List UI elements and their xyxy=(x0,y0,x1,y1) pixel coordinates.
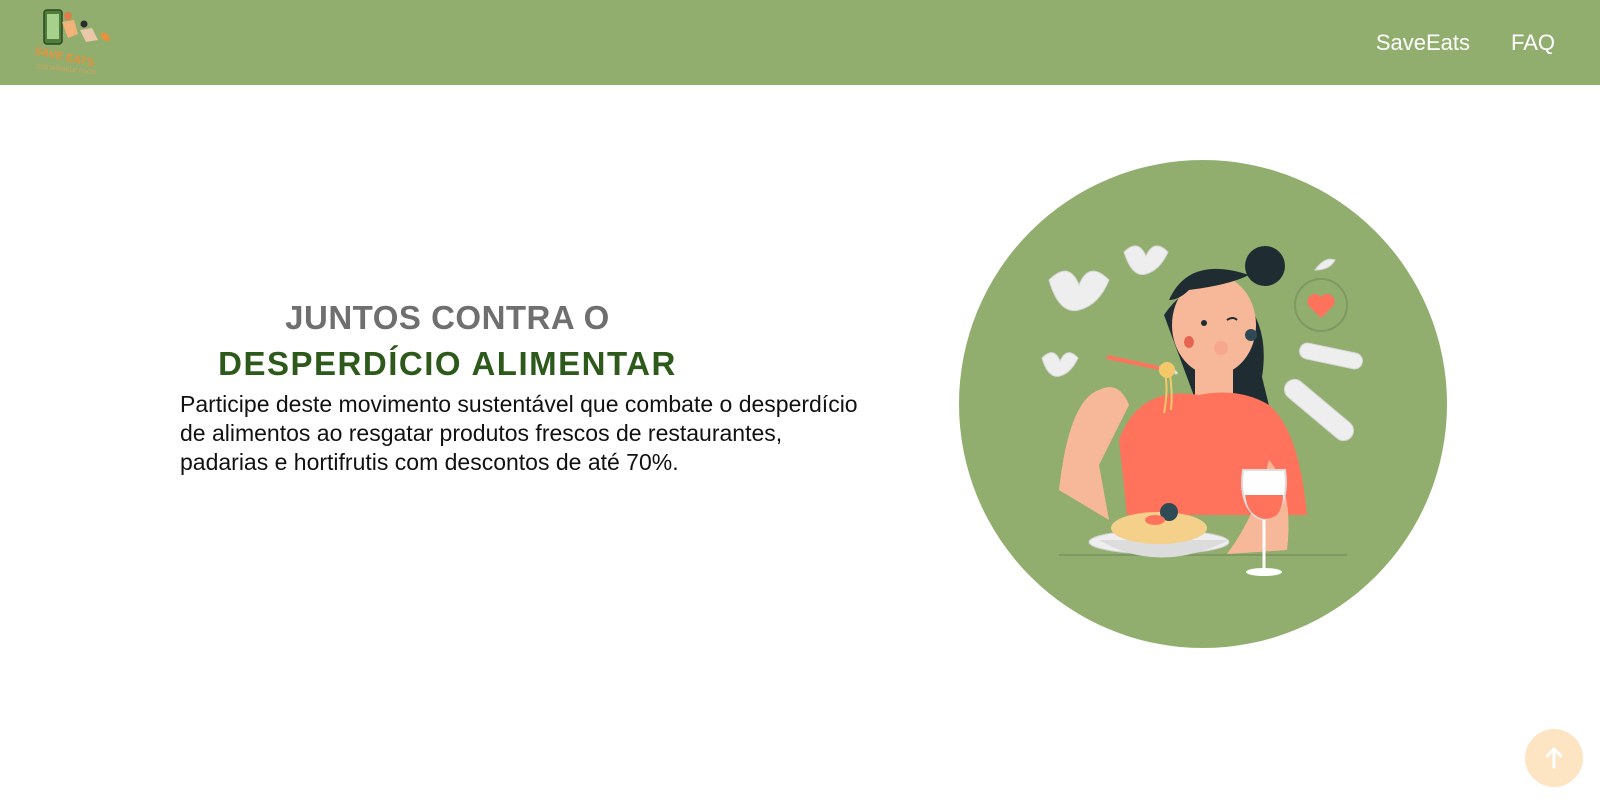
logo-graphic: SAVE EATS SUSTAINABLE FOOD xyxy=(33,9,110,76)
woman-eating-pasta-illustration xyxy=(959,160,1447,648)
illustration-graphic xyxy=(959,160,1447,648)
hero-text-block: JUNTOS CONTRA O DESPERDÍCIO ALIMENTAR Pa… xyxy=(180,296,870,477)
nav-link-faq[interactable]: FAQ xyxy=(1511,30,1555,56)
hero-title-line1: JUNTOS CONTRA O xyxy=(285,299,610,336)
saveeats-logo[interactable]: SAVE EATS SUSTAINABLE FOOD xyxy=(22,6,122,76)
nav-link-saveeats[interactable]: SaveEats xyxy=(1376,30,1470,56)
top-navbar: SAVE EATS SUSTAINABLE FOOD SaveEats FAQ xyxy=(0,0,1600,85)
arrow-up-icon xyxy=(1545,747,1563,769)
hero-title: JUNTOS CONTRA O DESPERDÍCIO ALIMENTAR xyxy=(180,296,870,388)
main-nav: SaveEats FAQ xyxy=(1376,0,1555,85)
scroll-to-top-button[interactable] xyxy=(1525,729,1583,787)
hero-description: Participe deste movimento sustentável qu… xyxy=(180,391,858,475)
hero-title-line2: DESPERDÍCIO ALIMENTAR xyxy=(218,345,677,382)
